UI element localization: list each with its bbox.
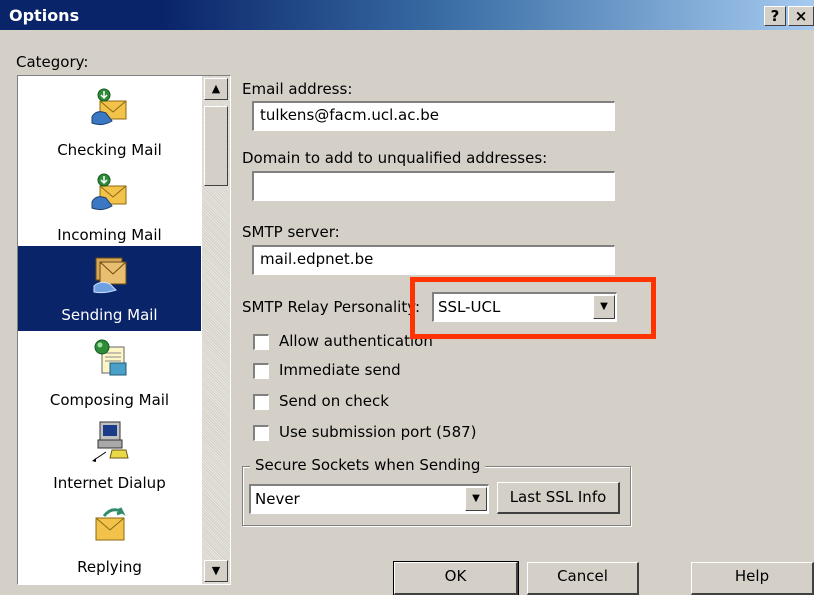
category-item-sending-mail[interactable]: Sending Mail	[18, 246, 201, 331]
scroll-down-button[interactable]: ▼	[204, 560, 228, 582]
send-on-check-checkbox[interactable]	[253, 394, 269, 410]
ssl-group-title: Secure Sockets when Sending	[250, 456, 486, 474]
category-item-label: Composing Mail	[49, 391, 170, 409]
submission-port-label: Use submission port (587)	[279, 423, 477, 441]
category-item-incoming-mail[interactable]: Incoming Mail	[18, 166, 201, 251]
email-field[interactable]: tulkens@facm.ucl.ac.be	[252, 101, 615, 131]
window-title: Options	[9, 6, 80, 25]
scroll-thumb[interactable]	[204, 106, 228, 186]
category-label: Category:	[16, 53, 89, 71]
send-on-check-label: Send on check	[279, 392, 389, 410]
category-item-replying[interactable]: Replying	[18, 498, 201, 583]
help-title-button[interactable]: ?	[764, 6, 786, 26]
ok-button[interactable]: OK	[393, 561, 519, 595]
chevron-down-icon[interactable]: ▼	[465, 487, 487, 511]
smtp-server-field[interactable]: mail.edpnet.be	[252, 245, 615, 275]
envelope-stack-icon	[93, 257, 127, 294]
envelope-download-icon	[91, 88, 127, 126]
envelope-reply-icon	[95, 507, 126, 541]
allow-authentication-checkbox[interactable]	[253, 334, 269, 350]
category-item-label: Sending Mail	[61, 306, 158, 324]
cancel-button[interactable]: Cancel	[527, 562, 639, 595]
submission-port-checkbox[interactable]	[253, 425, 269, 441]
email-label: Email address:	[242, 80, 353, 98]
category-list[interactable]: Checking Mail Incoming Mail Sending Mail	[17, 75, 231, 585]
domain-label: Domain to add to unqualified addresses:	[242, 149, 548, 167]
category-item-label: Checking Mail	[57, 141, 162, 159]
category-item-checking-mail[interactable]: Checking Mail	[18, 81, 201, 166]
ssl-mode-value: Never	[255, 490, 300, 508]
computer-phone-icon	[92, 421, 129, 462]
category-item-label: Replying	[77, 558, 142, 576]
close-button[interactable]: ×	[788, 6, 814, 26]
category-item-composing-mail[interactable]: Composing Mail	[18, 331, 201, 416]
category-item-label: Internet Dialup	[53, 474, 166, 492]
ssl-mode-select[interactable]: Never ▼	[249, 484, 489, 514]
relay-personality-label: SMTP Relay Personality:	[242, 298, 421, 316]
highlight-box	[410, 277, 656, 339]
title-bar: Options ? ×	[0, 0, 814, 30]
envelope-download-icon	[91, 173, 127, 211]
domain-field[interactable]	[252, 171, 615, 201]
category-scrollbar[interactable]: ▲ ▼	[202, 76, 230, 584]
category-item-internet-dialup[interactable]: Internet Dialup	[18, 414, 201, 499]
help-button[interactable]: Help	[691, 562, 814, 595]
smtp-server-label: SMTP server:	[242, 223, 340, 241]
compose-document-icon	[94, 339, 127, 376]
scroll-up-button[interactable]: ▲	[204, 78, 228, 100]
last-ssl-info-button[interactable]: Last SSL Info	[497, 482, 620, 514]
category-item-label: Incoming Mail	[57, 226, 162, 244]
immediate-send-label: Immediate send	[279, 361, 401, 379]
immediate-send-checkbox[interactable]	[253, 363, 269, 379]
